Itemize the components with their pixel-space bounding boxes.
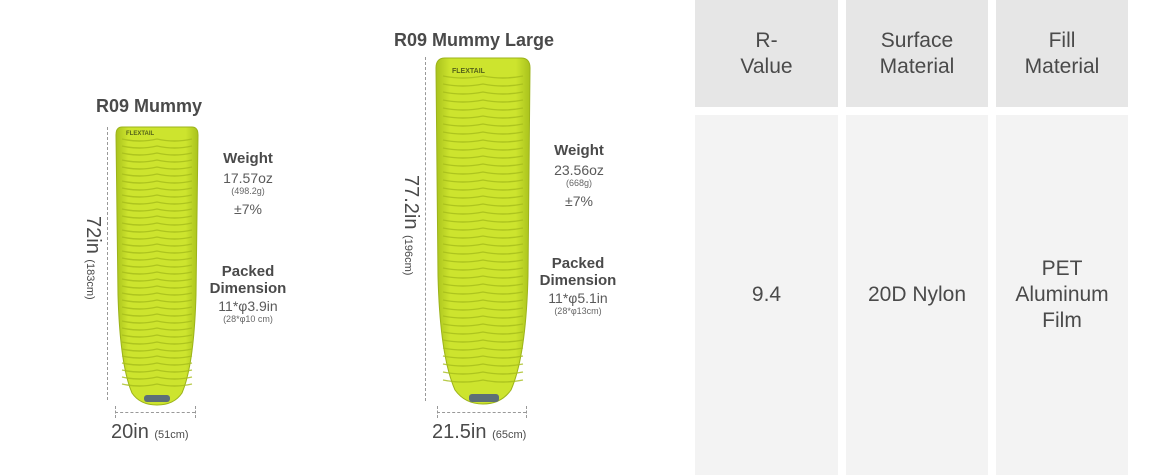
length-dimension-line — [107, 127, 108, 400]
width-tick-left — [437, 406, 438, 418]
brand-logo: FLEXTAIL — [452, 68, 485, 75]
weight-tolerance: ±7% — [565, 193, 593, 209]
width-dimension-line — [115, 412, 195, 413]
packed-label-2: Dimension — [209, 280, 287, 297]
packed-in: 11*φ3.9in — [218, 298, 278, 314]
length-dimension-label: 72in (183cm) — [82, 216, 104, 300]
weight-g: (498.2g) — [231, 186, 265, 196]
weight-spec: Weight 23.56oz (668g) ±7% — [536, 142, 622, 209]
weight-oz: 23.56oz — [554, 162, 604, 178]
table-header-surface-material: Surface Material — [846, 0, 988, 107]
table-cell-fill-material: PET Aluminum Film — [996, 115, 1128, 475]
product-title-r09-mummy: R09 Mummy — [96, 96, 203, 116]
sleeping-pad-image — [115, 126, 199, 406]
packed-cm: (28*φ13cm) — [554, 306, 602, 316]
weight-oz: 17.57oz — [223, 170, 273, 186]
packed-label-1: Packed — [221, 263, 275, 280]
packed-spec: Packed Dimension 11*φ5.1in (28*φ13cm) — [528, 255, 628, 316]
table-header-fill-material: Fill Material — [996, 0, 1128, 107]
product-title-r09-mummy-large: R09 Mummy Large — [394, 30, 555, 50]
width-dimension-label: 21.5in (65cm) — [432, 421, 527, 443]
sleeping-pad-image — [435, 57, 531, 405]
width-tick-right — [195, 406, 196, 418]
table-cell-surface-material: 20D Nylon — [846, 115, 988, 475]
brand-logo: FLEXTAIL — [126, 131, 155, 137]
packed-label-2: Dimension — [539, 272, 617, 289]
weight-label: Weight — [223, 150, 273, 167]
width-tick-right — [526, 406, 527, 418]
length-dimension-line — [425, 57, 426, 401]
weight-tolerance: ±7% — [234, 201, 262, 217]
table-header-r-value: R- Value — [695, 0, 838, 107]
weight-spec: Weight 17.57oz (498.2g) ±7% — [205, 150, 291, 217]
weight-label: Weight — [554, 142, 604, 159]
packed-in: 11*φ5.1in — [548, 290, 608, 306]
width-dimension-label: 20in (51cm) — [111, 421, 189, 443]
packed-spec: Packed Dimension 11*φ3.9in (28*φ10 cm) — [198, 263, 298, 324]
length-dimension-label: 77.2in (196cm) — [400, 175, 422, 276]
table-cell-r-value: 9.4 — [695, 115, 838, 475]
width-dimension-line — [437, 412, 526, 413]
weight-g: (668g) — [565, 178, 592, 188]
packed-cm: (28*φ10 cm) — [223, 314, 273, 324]
width-tick-left — [115, 406, 116, 418]
packed-label-1: Packed — [551, 255, 605, 272]
